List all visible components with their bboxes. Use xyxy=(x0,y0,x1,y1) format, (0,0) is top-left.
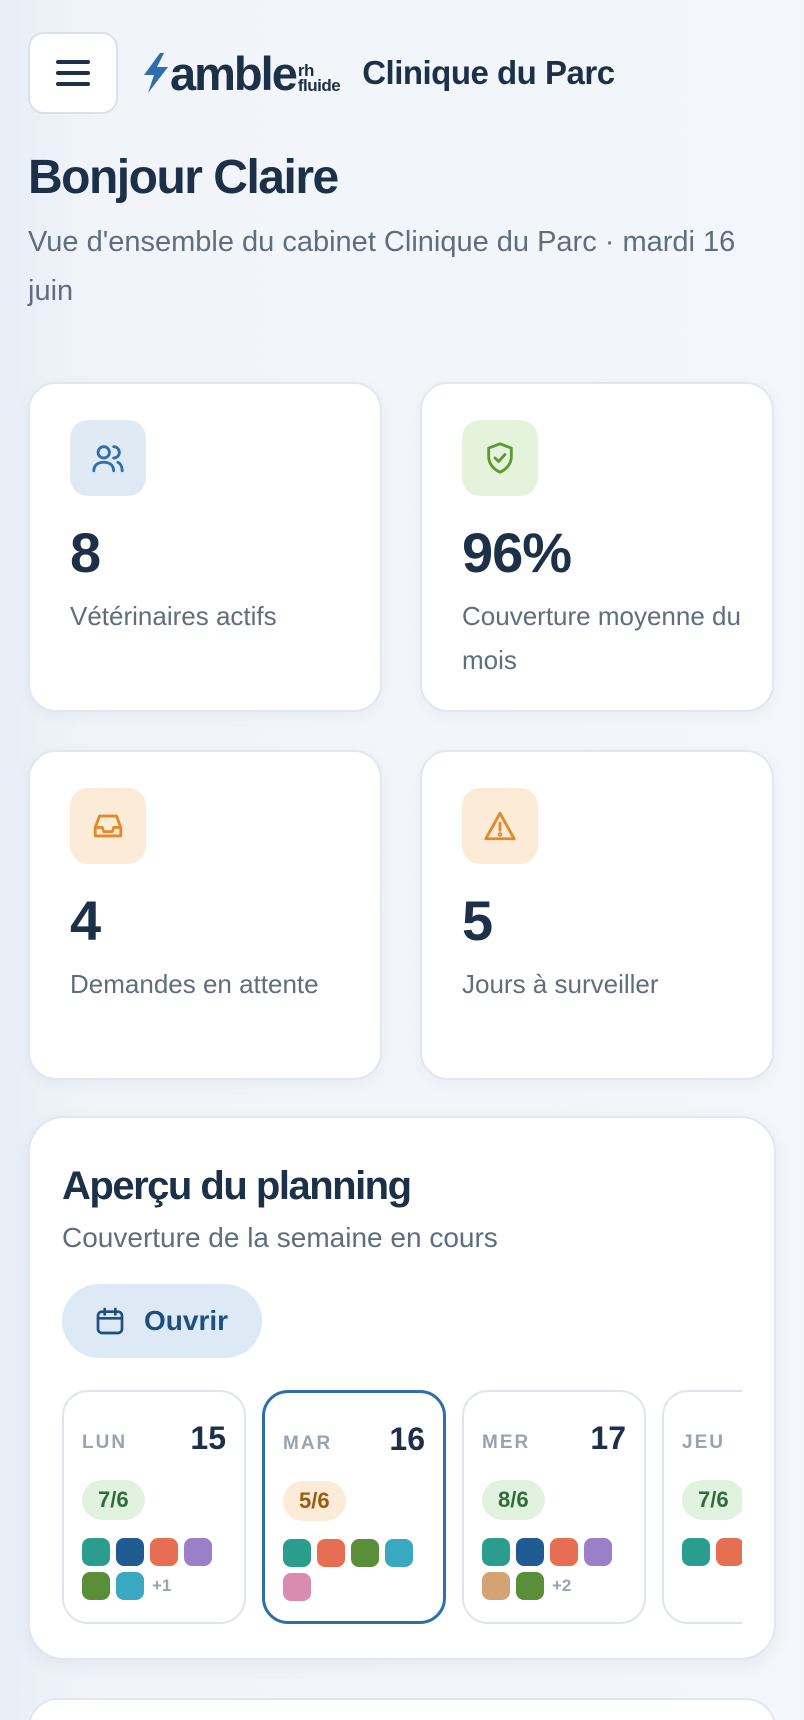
staff-dots xyxy=(283,1539,433,1601)
day-date: 15 xyxy=(190,1420,226,1456)
clinic-name: Clinique du Parc xyxy=(362,54,615,91)
open-planning-label: Ouvrir xyxy=(144,1305,229,1336)
stat-label: Couverture moyenne du mois xyxy=(462,601,741,675)
logo-tagline: rh fluide xyxy=(297,62,341,95)
staff-dots: +2 xyxy=(482,1538,632,1600)
coverage-badge: 8/6 xyxy=(482,1480,545,1520)
day-name: MER xyxy=(482,1432,531,1453)
stat-card-alerts[interactable]: 5 Jours à surveiller xyxy=(420,750,774,1080)
shield-check-icon xyxy=(462,420,538,496)
more-staff-count: +1 xyxy=(152,1576,172,1595)
staff-avatar xyxy=(283,1539,311,1567)
staff-avatar xyxy=(516,1538,544,1566)
day-card-mer[interactable]: MER 17 8/6 +2 xyxy=(462,1390,646,1624)
staff-avatar xyxy=(682,1538,710,1566)
staff-avatar xyxy=(317,1539,345,1567)
staff-avatar xyxy=(184,1538,212,1566)
staff-avatar xyxy=(482,1572,510,1600)
day-name: LUN xyxy=(82,1432,128,1453)
planning-subtitle: Couverture de la semaine en cours xyxy=(62,1222,498,1253)
stat-value: 8 xyxy=(70,521,101,584)
day-card-mar[interactable]: MAR 16 5/6 xyxy=(262,1390,446,1624)
stat-card-requests[interactable]: 4 Demandes en attente xyxy=(28,750,382,1080)
week-strip[interactable]: LUN 15 7/6 +1 MAR 16 5/6 MER 17 8/6 +2 JEU 7/6 xyxy=(62,1390,742,1630)
bolt-icon xyxy=(144,53,168,93)
day-date: 17 xyxy=(590,1420,626,1456)
page-subtitle: Vue d'ensemble du cabinet Clinique du Pa… xyxy=(28,226,736,307)
staff-dots: +1 xyxy=(82,1538,232,1600)
staff-avatar xyxy=(150,1538,178,1566)
more-staff-count: +2 xyxy=(552,1576,572,1595)
hamburger-icon xyxy=(56,60,90,86)
day-name: MAR xyxy=(283,1433,333,1454)
stat-label: Demandes en attente xyxy=(70,969,319,999)
staff-avatar xyxy=(482,1538,510,1566)
staff-avatar xyxy=(516,1572,544,1600)
staff-avatar xyxy=(584,1538,612,1566)
warning-icon xyxy=(462,788,538,864)
brand-logo[interactable]: amble rh fluide xyxy=(142,46,341,100)
stat-label: Vétérinaires actifs xyxy=(70,601,277,631)
calendar-icon xyxy=(96,1307,124,1335)
staff-avatar xyxy=(716,1538,742,1566)
planning-title: Aperçu du planning xyxy=(62,1164,412,1208)
next-section-card xyxy=(28,1698,776,1720)
stat-value: 96% xyxy=(462,521,572,584)
staff-avatar xyxy=(116,1538,144,1566)
inbox-icon xyxy=(70,788,146,864)
day-date: 16 xyxy=(389,1421,425,1457)
logo-sub-bottom: fluide xyxy=(297,76,341,95)
day-name: JEU xyxy=(682,1432,725,1453)
logo-word: amble xyxy=(170,46,298,100)
coverage-badge: 7/6 xyxy=(682,1480,742,1520)
staff-avatar xyxy=(116,1572,144,1600)
coverage-badge: 5/6 xyxy=(283,1481,346,1521)
day-card-jeu[interactable]: JEU 7/6 xyxy=(662,1390,742,1624)
staff-dots xyxy=(682,1538,742,1566)
menu-button[interactable] xyxy=(28,32,118,114)
staff-avatar xyxy=(351,1539,379,1567)
staff-avatar xyxy=(283,1573,311,1601)
stat-value: 4 xyxy=(70,889,101,952)
users-icon xyxy=(70,420,146,496)
stat-card-coverage[interactable]: 96% Couverture moyenne du mois xyxy=(420,382,774,712)
stat-label: Jours à surveiller xyxy=(462,969,659,999)
stat-card-vets[interactable]: 8 Vétérinaires actifs xyxy=(28,382,382,712)
app-header: amble rh fluide Clinique du Parc xyxy=(28,32,615,114)
staff-avatar xyxy=(550,1538,578,1566)
staff-avatar xyxy=(82,1572,110,1600)
planning-card: Aperçu du planning Couverture de la sema… xyxy=(28,1116,776,1660)
staff-avatar xyxy=(385,1539,413,1567)
page-title: Bonjour Claire xyxy=(28,151,339,204)
staff-avatar xyxy=(82,1538,110,1566)
day-card-lun[interactable]: LUN 15 7/6 +1 xyxy=(62,1390,246,1624)
coverage-badge: 7/6 xyxy=(82,1480,145,1520)
open-planning-button[interactable]: Ouvrir xyxy=(62,1284,262,1358)
stat-value: 5 xyxy=(462,889,493,952)
